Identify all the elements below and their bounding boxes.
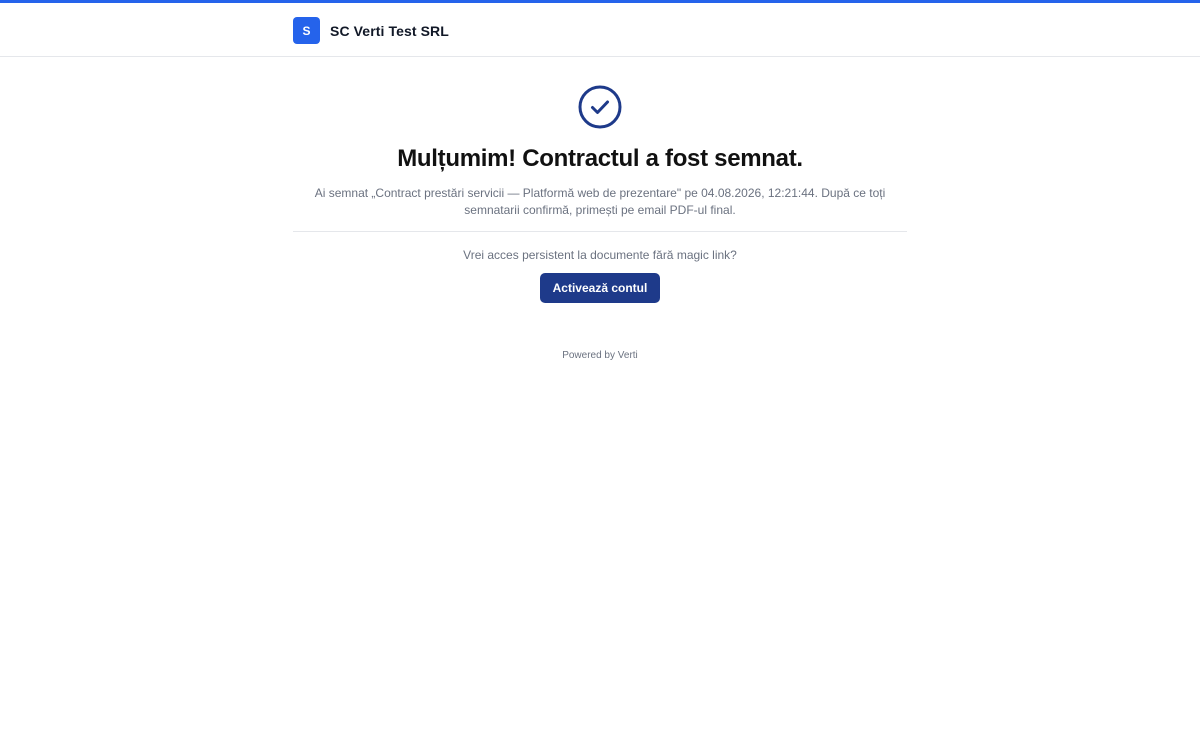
company-logo-letter: S [302,23,311,38]
account-prompt: Vrei acces persistent la documente fără … [463,248,737,262]
activate-account-button[interactable]: Activează contul [539,273,661,303]
check-circle-icon [578,85,622,129]
divider [293,231,907,232]
company-logo: S [293,17,320,44]
brand: S SC Verti Test SRL [293,17,449,44]
app-header: S SC Verti Test SRL [0,3,1200,57]
signature-description: Ai semnat „Contract prestări servicii — … [314,186,886,217]
confirmation-panel: Mulțumim! Contractul a fost semnat. Ai s… [293,84,907,361]
company-name: SC Verti Test SRL [330,22,449,39]
powered-by-footer: Powered by Verti [562,350,638,361]
page-title: Mulțumim! Contractul a fost semnat. [397,145,803,172]
